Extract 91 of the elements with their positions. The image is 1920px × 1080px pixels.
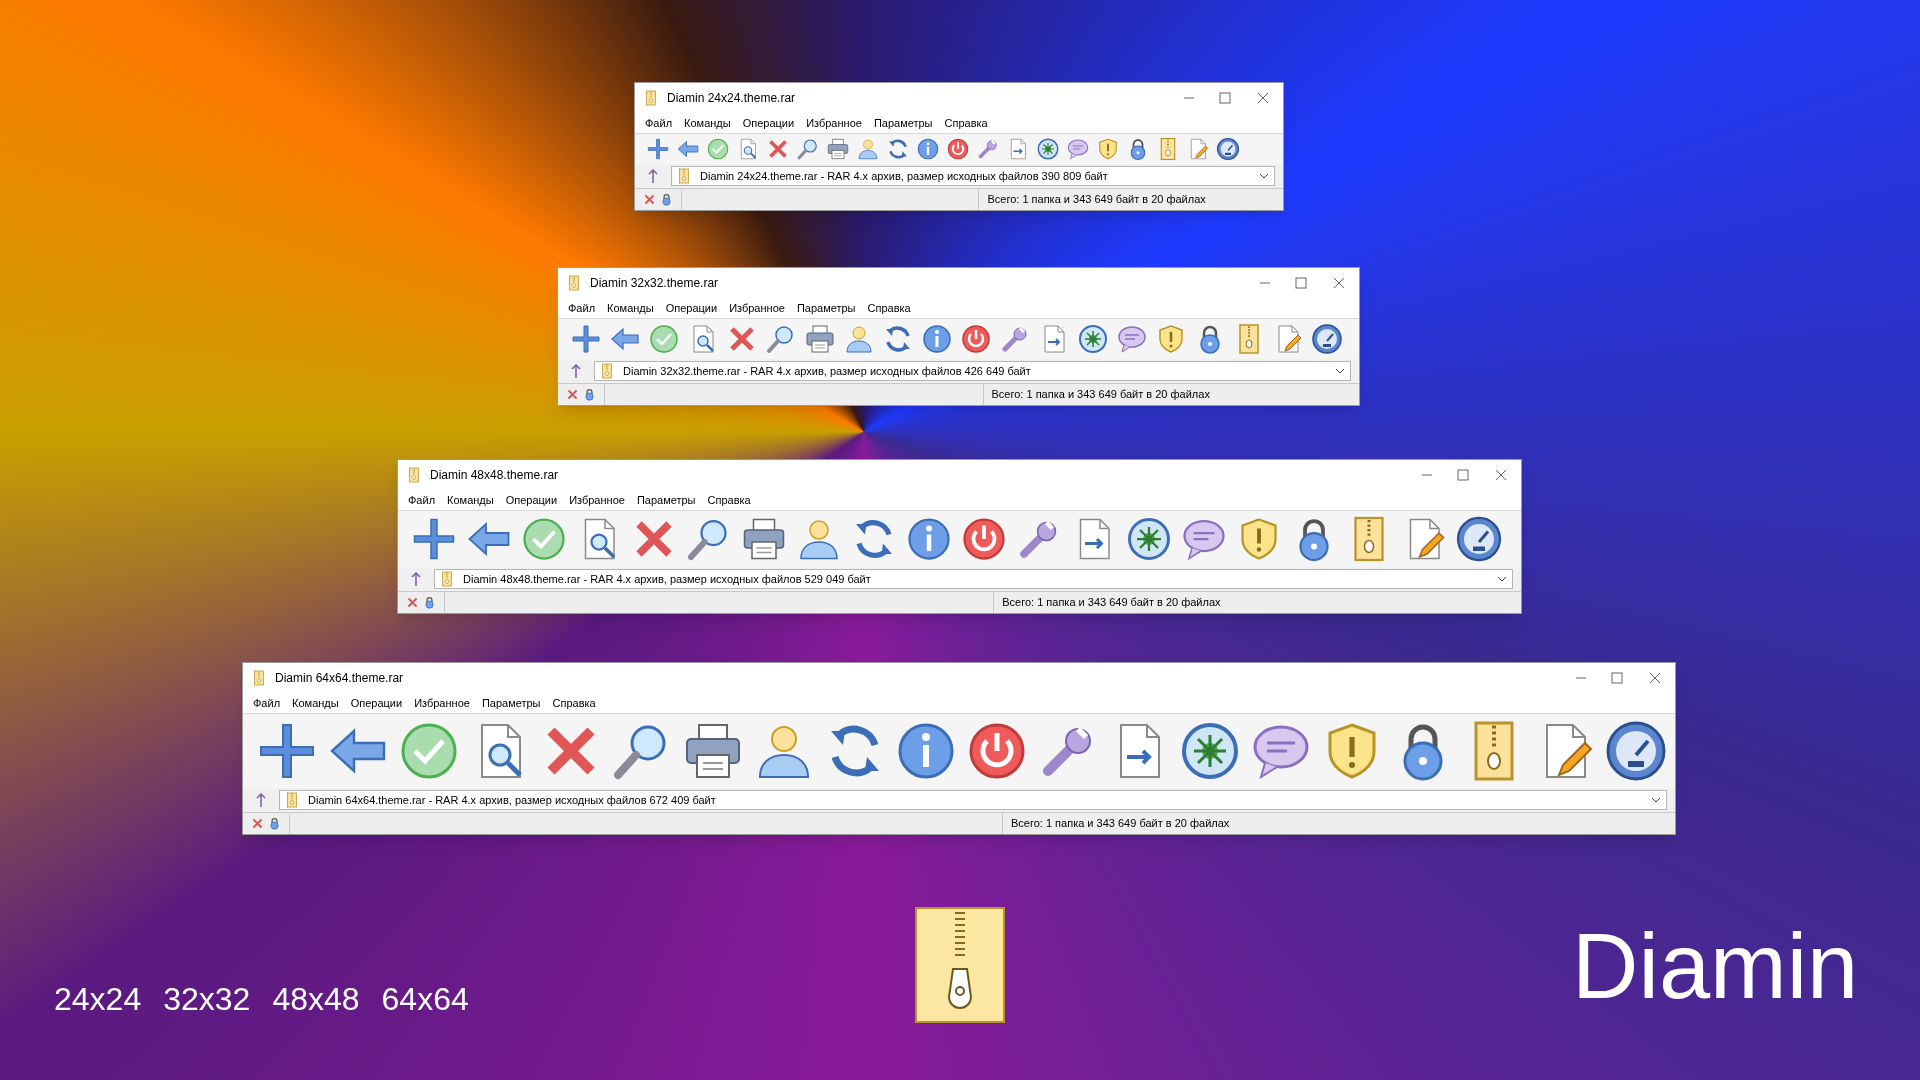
check-circle-icon[interactable] [706, 137, 730, 161]
info-icon[interactable] [920, 323, 953, 355]
archive-path-dropdown[interactable]: Diamin 32x32.theme.rar - RAR 4.x архив, размер исходных файлов 426 649 байт [594, 361, 1351, 381]
padlock-icon[interactable] [268, 817, 281, 830]
power-icon[interactable] [959, 323, 992, 355]
info-icon[interactable] [916, 137, 940, 161]
up-arrow-icon[interactable] [570, 363, 582, 379]
plus-icon[interactable] [646, 137, 670, 161]
menu-item[interactable]: Файл [247, 694, 287, 712]
menu-item[interactable]: Избранное [723, 299, 791, 317]
archive-path-dropdown[interactable]: Diamin 64x64.theme.rar - RAR 4.x архив, размер исходных файлов 672 409 байт [279, 790, 1667, 810]
plus-icon[interactable] [569, 323, 602, 355]
archive-icon [439, 571, 455, 587]
window-title: Diamin 24x24.theme.rar [667, 90, 796, 107]
size-label: 24x24 [54, 980, 142, 1019]
wrench-icon[interactable] [976, 137, 1000, 161]
close-icon[interactable] [1495, 469, 1507, 481]
menu-item[interactable]: Параметры [790, 299, 862, 317]
close-icon[interactable] [1649, 672, 1661, 684]
padlock-icon[interactable] [423, 596, 436, 609]
menu-item[interactable]: Параметры [630, 491, 702, 509]
cross-icon [566, 388, 579, 401]
menu-item[interactable]: Избранное [563, 491, 631, 509]
menu-item[interactable]: Команды [441, 491, 500, 509]
up-arrow-icon[interactable] [647, 168, 659, 184]
archive-icon [676, 168, 692, 184]
menu-item[interactable]: Операции [344, 694, 409, 712]
speedometer-icon[interactable] [1454, 515, 1503, 563]
archive-icon [643, 90, 659, 106]
speedometer-icon[interactable] [1216, 137, 1240, 161]
menu-item[interactable]: Избранное [408, 694, 476, 712]
menu-item[interactable]: Файл [402, 491, 442, 509]
close-icon[interactable] [1257, 92, 1269, 104]
cross-icon [251, 817, 264, 830]
shield-exclamation-icon[interactable] [1096, 137, 1120, 161]
status-text: Всего: 1 папка и 343 649 байт в 20 файлах [1001, 813, 1675, 834]
menu-item[interactable]: Справка [701, 491, 757, 509]
archive-path-dropdown[interactable]: Diamin 24x24.theme.rar - RAR 4.x архив, размер исходных файлов 390 809 байт [671, 166, 1275, 186]
size-label: 64x64 [381, 980, 469, 1019]
up-arrow-icon[interactable] [410, 571, 422, 587]
menu-item[interactable]: Файл [562, 299, 602, 317]
magnifier-icon[interactable] [796, 137, 820, 161]
window-title: Diamin 48x48.theme.rar [430, 467, 559, 484]
menu-item[interactable]: Команды [601, 299, 660, 317]
archive-icon [566, 275, 582, 291]
archive-path-dropdown[interactable]: Diamin 48x48.theme.rar - RAR 4.x архив, размер исходных файлов 529 049 байт [434, 569, 1513, 589]
size-label: 32x32 [163, 980, 251, 1019]
menu-item[interactable]: Операции [499, 491, 564, 509]
cross-icon [406, 596, 419, 609]
speech-bubble-icon[interactable] [1066, 137, 1090, 161]
size-label: 48x48 [272, 980, 360, 1019]
archive-icon [406, 467, 422, 483]
window-title: Diamin 64x64.theme.rar [275, 670, 404, 687]
menu-item[interactable]: Команды [678, 114, 737, 132]
maximize-icon[interactable] [1457, 469, 1469, 481]
gear-circle-icon[interactable] [1036, 137, 1060, 161]
status-text: Всего: 1 папка и 343 649 байт в 20 файлах [982, 384, 1359, 405]
user-icon[interactable] [856, 137, 880, 161]
brand-title: Diamin [1572, 920, 1859, 1012]
menu-item[interactable]: Параметры [475, 694, 547, 712]
cross-icon [643, 193, 656, 206]
menu-item[interactable]: Файл [639, 114, 679, 132]
maximize-icon[interactable] [1295, 277, 1307, 289]
maximize-icon[interactable] [1219, 92, 1231, 104]
printer-icon[interactable] [803, 323, 836, 355]
maximize-icon[interactable] [1611, 672, 1623, 684]
menu-item[interactable]: Справка [861, 299, 917, 317]
menu-item[interactable]: Операции [736, 114, 801, 132]
archive-icon [251, 670, 267, 686]
window-title: Diamin 32x32.theme.rar [590, 275, 719, 292]
printer-icon[interactable] [826, 137, 850, 161]
check-circle-icon[interactable] [647, 323, 680, 355]
menu-item[interactable]: Справка [938, 114, 994, 132]
speedometer-icon[interactable] [1310, 323, 1343, 355]
padlock-icon[interactable] [660, 193, 673, 206]
menu-item[interactable]: Операции [659, 299, 724, 317]
gear-circle-icon[interactable] [1076, 323, 1109, 355]
zipper-file-icon [915, 907, 1005, 1023]
menu-item[interactable]: Команды [286, 694, 345, 712]
menu-item[interactable]: Избранное [800, 114, 868, 132]
menu-item[interactable]: Справка [546, 694, 602, 712]
speech-bubble-icon[interactable] [1115, 323, 1148, 355]
close-icon[interactable] [1333, 277, 1345, 289]
up-arrow-icon[interactable] [255, 792, 267, 808]
status-text: Всего: 1 папка и 343 649 байт в 20 файлах [978, 189, 1283, 210]
status-text: Всего: 1 папка и 343 649 байт в 20 файлах [993, 592, 1521, 613]
archive-icon [599, 363, 615, 379]
power-icon[interactable] [946, 137, 970, 161]
archive-icon [284, 792, 300, 808]
padlock-icon[interactable] [583, 388, 596, 401]
menu-item[interactable]: Параметры [867, 114, 939, 132]
